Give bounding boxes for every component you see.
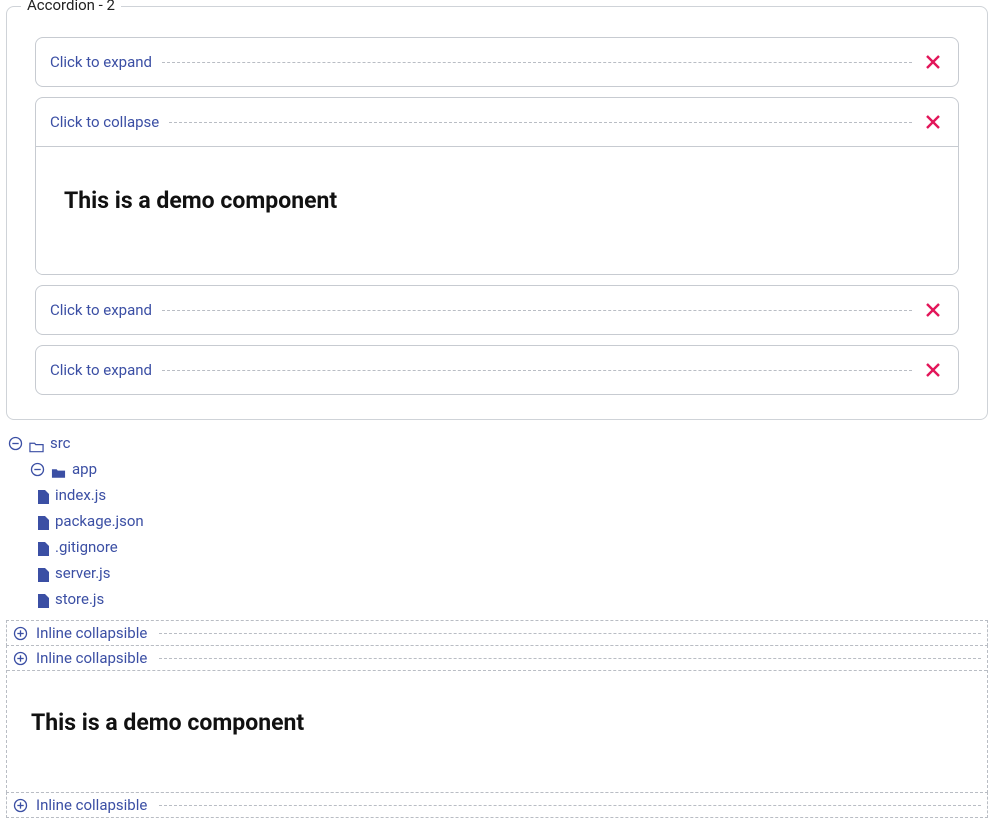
divider-dashed bbox=[169, 122, 912, 123]
inline-header[interactable]: Inline collapsible bbox=[7, 621, 987, 645]
inline-header[interactable]: Inline collapsible bbox=[7, 646, 987, 670]
accordion-header[interactable]: Click to collapse bbox=[36, 98, 958, 146]
expand-icon[interactable] bbox=[13, 626, 28, 641]
tree-label: src bbox=[50, 432, 71, 454]
accordion-item: Click to expand bbox=[35, 37, 959, 87]
tree-file-row[interactable]: package.json bbox=[8, 508, 988, 534]
accordion-body: This is a demo component bbox=[36, 146, 958, 274]
accordion-item: Click to collapse This is a demo compone… bbox=[35, 97, 959, 275]
divider-dashed bbox=[159, 805, 981, 806]
tree-label: package.json bbox=[55, 510, 144, 532]
tree-label: .gitignore bbox=[55, 536, 118, 558]
file-icon bbox=[38, 488, 49, 502]
demo-heading: This is a demo component bbox=[64, 187, 930, 214]
inline-collapsible: Inline collapsible This is a demo compon… bbox=[6, 645, 988, 793]
divider-dashed bbox=[162, 370, 912, 371]
file-icon bbox=[38, 514, 49, 528]
divider-dashed bbox=[162, 310, 912, 311]
accordion-header[interactable]: Click to expand bbox=[36, 38, 958, 86]
folder-icon bbox=[51, 463, 66, 475]
expand-icon[interactable] bbox=[13, 798, 28, 813]
accordion-item: Click to expand bbox=[35, 285, 959, 335]
folder-open-icon bbox=[29, 437, 44, 449]
inline-label: Inline collapsible bbox=[36, 624, 151, 642]
tree-folder-row[interactable]: app bbox=[8, 456, 988, 482]
file-icon bbox=[38, 592, 49, 606]
close-icon[interactable] bbox=[922, 111, 944, 133]
inline-body: This is a demo component bbox=[7, 670, 987, 792]
tree-label: store.js bbox=[55, 588, 104, 610]
tree-label: index.js bbox=[55, 484, 106, 506]
tree-label: app bbox=[72, 458, 97, 480]
expand-icon[interactable] bbox=[13, 651, 28, 666]
accordion-header[interactable]: Click to expand bbox=[36, 286, 958, 334]
file-icon bbox=[38, 566, 49, 580]
accordion-label: Click to collapse bbox=[50, 113, 169, 131]
accordion-label: Click to expand bbox=[50, 361, 162, 379]
collapse-icon[interactable] bbox=[30, 462, 45, 477]
inline-label: Inline collapsible bbox=[36, 649, 151, 667]
tree-folder-row[interactable]: src bbox=[8, 430, 988, 456]
file-tree: src app index.js package.json .gitignore… bbox=[6, 428, 988, 618]
inline-label: Inline collapsible bbox=[36, 796, 151, 814]
tree-label: server.js bbox=[55, 562, 111, 584]
divider-dashed bbox=[159, 633, 981, 634]
close-icon[interactable] bbox=[922, 359, 944, 381]
collapse-icon[interactable] bbox=[8, 436, 23, 451]
accordion-item: Click to expand bbox=[35, 345, 959, 395]
divider-dashed bbox=[159, 658, 981, 659]
close-icon[interactable] bbox=[922, 299, 944, 321]
accordion-group: Accordion - 2 Click to expand Click to c… bbox=[6, 6, 988, 420]
divider-dashed bbox=[162, 62, 912, 63]
inline-collapsible: Inline collapsible bbox=[6, 792, 988, 818]
tree-file-row[interactable]: server.js bbox=[8, 560, 988, 586]
tree-file-row[interactable]: index.js bbox=[8, 482, 988, 508]
close-icon[interactable] bbox=[922, 51, 944, 73]
inline-collapsible: Inline collapsible bbox=[6, 620, 988, 646]
accordion-label: Click to expand bbox=[50, 53, 162, 71]
tree-file-row[interactable]: store.js bbox=[8, 586, 988, 612]
accordion-label: Click to expand bbox=[50, 301, 162, 319]
file-icon bbox=[38, 540, 49, 554]
accordion-header[interactable]: Click to expand bbox=[36, 346, 958, 394]
inline-header[interactable]: Inline collapsible bbox=[7, 793, 987, 817]
group-title: Accordion - 2 bbox=[21, 0, 121, 14]
demo-heading: This is a demo component bbox=[31, 709, 963, 736]
tree-file-row[interactable]: .gitignore bbox=[8, 534, 988, 560]
